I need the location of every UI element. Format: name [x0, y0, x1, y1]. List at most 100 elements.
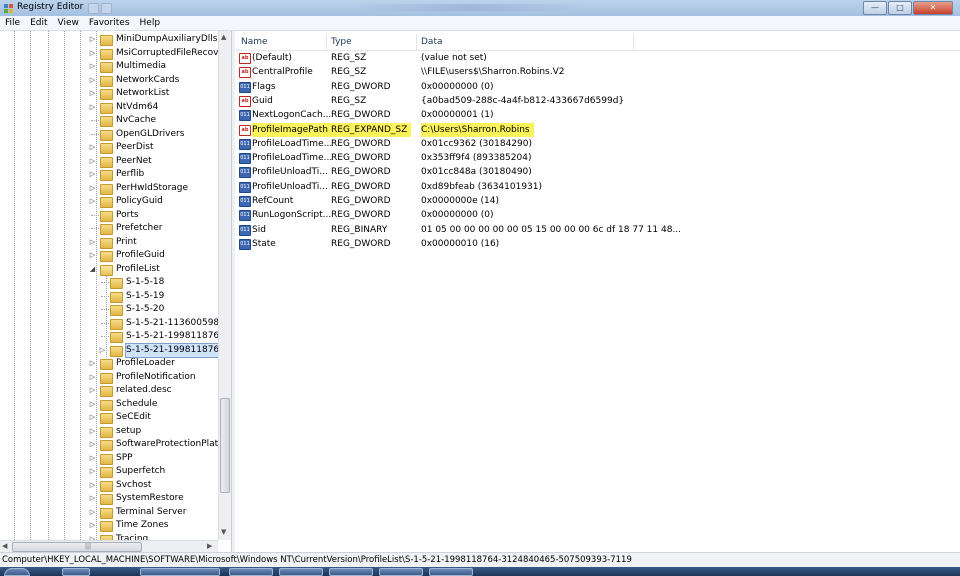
tree-node[interactable]: ▷ PeerNet	[0, 155, 218, 168]
tree-node-label[interactable]: PolicyGuid	[116, 195, 163, 208]
scroll-left-icon[interactable]: ◀	[2, 542, 7, 550]
value-row[interactable]: 011 State REG_DWORD 0x00000010 (16)	[235, 237, 960, 251]
tree-node[interactable]: ▷ S-1-5-21-1998118764-	[0, 342, 230, 358]
taskbar-app-button[interactable]	[429, 568, 473, 576]
expand-arrow-icon[interactable]: ▷	[89, 90, 96, 97]
expand-arrow-icon[interactable]: ▷	[89, 441, 96, 448]
tree-node[interactable]: ▷ Multimedia	[0, 60, 218, 73]
expand-arrow-icon[interactable]: ▷	[89, 373, 96, 381]
taskbar-app-button[interactable]	[329, 568, 373, 576]
tree-node-label[interactable]: MsiCorruptedFileRecover	[116, 47, 228, 60]
tree-node[interactable]: ▷ NtVdm64	[0, 101, 218, 114]
tree-node[interactable]: ◢ ProfileList	[0, 263, 218, 276]
column-divider[interactable]	[416, 34, 417, 50]
tree-node-label[interactable]: S-1-5-18	[126, 276, 164, 289]
expand-arrow-icon[interactable]: ▷	[89, 49, 96, 57]
tree-node[interactable]: ▷ MsiCorruptedFileRecover	[0, 47, 228, 60]
expand-arrow-icon[interactable]: ▷	[99, 346, 106, 354]
tree-node-label[interactable]: NetworkList	[116, 87, 169, 100]
column-data[interactable]: Data	[421, 37, 443, 47]
value-row[interactable]: 011 ProfileLoadTime... REG_DWORD 0x353ff9f4…	[235, 151, 960, 165]
menu-file[interactable]: File	[0, 16, 25, 30]
column-name[interactable]: Name	[241, 37, 268, 47]
tree-node[interactable]: OpenGLDrivers	[0, 128, 218, 141]
tree-node-label[interactable]: Time Zones	[116, 519, 169, 532]
tree-node-label[interactable]: setup	[116, 425, 141, 438]
tree-node[interactable]: ▷ MiniDumpAuxiliaryDlls	[0, 33, 218, 46]
expand-arrow-icon[interactable]: ▷	[89, 238, 96, 246]
tree-node[interactable]: ▷ SPP	[0, 452, 218, 465]
expand-arrow-icon[interactable]: ▷	[89, 252, 96, 259]
tree-node-label[interactable]: NvCache	[116, 114, 156, 127]
menu-help[interactable]: Help	[135, 16, 166, 30]
tree-node-label[interactable]: ProfileLoader	[116, 357, 175, 370]
taskbar-app-button[interactable]	[379, 568, 423, 576]
expand-arrow-icon[interactable]: ▷	[89, 76, 96, 84]
expand-arrow-icon[interactable]: ▷	[89, 481, 96, 489]
value-row[interactable]: 011 ProfileUnloadTi... REG_DWORD 0xd89bfeab…	[235, 180, 960, 194]
maximize-button[interactable]: □	[888, 1, 912, 15]
tree-node-label[interactable]: ProfileGuid	[116, 249, 165, 262]
tree-node[interactable]: ▷ setup	[0, 425, 218, 438]
value-row[interactable]: 011 NextLogonCach... REG_DWORD 0x00000001 (…	[235, 108, 960, 122]
tree-node-label[interactable]: Superfetch	[116, 465, 165, 478]
value-row[interactable]: 011 ProfileLoadTime... REG_DWORD 0x01cc9362…	[235, 137, 960, 151]
expand-arrow-icon[interactable]: ▷	[89, 157, 96, 165]
values-list[interactable]: Name Type Data ab (Default) REG_SZ (value n…	[235, 31, 960, 552]
tree-node-label[interactable]: S-1-5-19	[126, 290, 164, 303]
value-row[interactable]: 011 RunLogonScript... REG_DWORD 0x00000000 …	[235, 208, 960, 222]
tree-node[interactable]: ▷ Svchost	[0, 479, 218, 492]
value-row[interactable]: 011 RefCount REG_DWORD 0x0000000e (14)	[235, 194, 960, 208]
tree-node-label[interactable]: PerHwIdStorage	[116, 182, 188, 195]
tree-node-label[interactable]: Prefetcher	[116, 222, 162, 235]
expand-arrow-icon[interactable]: ▷	[89, 495, 96, 502]
tree-node-label[interactable]: SPP	[116, 452, 133, 465]
expand-arrow-icon[interactable]: ▷	[89, 427, 96, 435]
tree-node[interactable]: ▷ PolicyGuid	[0, 195, 218, 208]
tree-node[interactable]: NvCache	[0, 114, 218, 127]
scrollbar-thumb[interactable]	[220, 398, 230, 493]
menu-favorites[interactable]: Favorites	[84, 16, 135, 30]
tree-node[interactable]: Prefetcher	[0, 222, 218, 235]
tree-node-label[interactable]: Svchost	[116, 479, 151, 492]
tree-node[interactable]: S-1-5-20	[0, 303, 218, 316]
tree-node[interactable]: ▷ PerHwIdStorage	[0, 182, 218, 195]
taskbar-app-button[interactable]	[229, 568, 273, 576]
tree-node[interactable]: ▷ SeCEdit	[0, 411, 218, 424]
start-button[interactable]	[4, 568, 30, 576]
tree-node[interactable]: ▷ Schedule	[0, 398, 218, 411]
expand-arrow-icon[interactable]: ▷	[89, 184, 96, 192]
taskbar-app-button[interactable]	[279, 568, 323, 576]
tree-node[interactable]: S-1-5-18	[0, 276, 218, 289]
expand-arrow-icon[interactable]: ▷	[89, 400, 96, 408]
tree-node-label[interactable]: Schedule	[116, 398, 157, 411]
tree-node[interactable]: ▷ ProfileLoader	[0, 357, 218, 370]
tree-node-label[interactable]: S-1-5-21-1998118764-	[124, 342, 230, 358]
tree-node-label[interactable]: ProfileList	[116, 263, 160, 276]
menu-edit[interactable]: Edit	[25, 16, 52, 30]
expand-arrow-icon[interactable]: ▷	[89, 360, 96, 367]
tree-node[interactable]: ▷ Superfetch	[0, 465, 218, 478]
scroll-down-icon[interactable]: ▼	[221, 528, 226, 536]
tree-node[interactable]: ▷ Tracing	[0, 533, 218, 540]
taskbar-app-button[interactable]	[62, 568, 90, 576]
tree-node-label[interactable]: Multimedia	[116, 60, 166, 73]
value-row[interactable]: ab CentralProfile REG_SZ \\FILE\users$\Shar…	[235, 65, 960, 79]
expand-arrow-icon[interactable]: ▷	[89, 522, 96, 529]
tree-node-label[interactable]: related.desc	[116, 384, 172, 397]
value-row[interactable]: 011 Flags REG_DWORD 0x00000000 (0)	[235, 80, 960, 94]
expand-arrow-icon[interactable]: ▷	[89, 103, 96, 111]
expand-arrow-icon[interactable]: ▷	[89, 508, 96, 516]
tree-node-label[interactable]: SeCEdit	[116, 411, 151, 424]
quick-access-icon[interactable]	[88, 3, 99, 14]
tree-node[interactable]: S-1-5-21-1136005986-	[0, 317, 228, 330]
tree-node[interactable]: ▷ ProfileNotification	[0, 371, 218, 384]
tree-node-label[interactable]: Terminal Server	[116, 506, 186, 519]
minimize-button[interactable]: —	[863, 1, 887, 15]
tree-node-label[interactable]: Print	[116, 236, 137, 249]
menu-view[interactable]: View	[53, 16, 84, 30]
tree-node[interactable]: ▷ PeerDist	[0, 141, 218, 154]
tree-vertical-scrollbar[interactable]: ▲ ▼	[218, 31, 231, 540]
tree-node-label[interactable]: SystemRestore	[116, 492, 184, 505]
expand-arrow-icon[interactable]: ▷	[89, 36, 96, 43]
